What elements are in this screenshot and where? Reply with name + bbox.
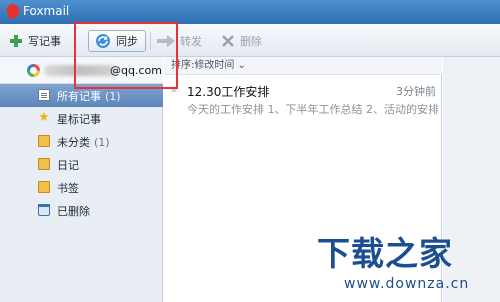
sidebar-item-label: 所有记事 xyxy=(57,90,101,103)
account-icon xyxy=(27,64,40,77)
write-note-button[interactable]: 写记事 xyxy=(9,30,61,52)
add-icon xyxy=(10,35,22,47)
note-time: 3分钟前 xyxy=(396,85,436,98)
sidebar-item-label: 星标记事 xyxy=(57,113,101,126)
forward-label: 转发 xyxy=(180,35,202,48)
sidebar-item-label: 已删除 xyxy=(57,205,90,218)
note-preview: 今天的工作安排 1、下半年工作总结 2、活动的安排 xyxy=(187,103,439,116)
sidebar-item-label: 书签 xyxy=(57,182,79,195)
sidebar-item-count: (1) xyxy=(105,90,121,103)
highlight-box xyxy=(74,22,178,89)
sidebar-item-count: (1) xyxy=(94,136,110,149)
trash-icon xyxy=(38,204,50,216)
delete-button[interactable]: 删除 xyxy=(221,30,262,52)
notes-icon xyxy=(38,89,50,101)
sidebar-item-uncategorized[interactable]: 未分类 (1) xyxy=(0,130,163,153)
watermark: 下载之家 www.downza.cn xyxy=(312,226,500,302)
sidebar-item-diary[interactable]: 日记 xyxy=(0,153,163,176)
foxmail-logo-icon xyxy=(5,2,21,20)
sidebar-item-bookmarks[interactable]: 书签 xyxy=(0,176,163,199)
watermark-title: 下载之家 xyxy=(317,234,453,273)
sidebar-item-label: 日记 xyxy=(57,159,79,172)
folder-icon xyxy=(38,158,50,170)
sidebar: @qq.com 所有记事 (1) ★ 星标记事 未分类 (1) 日记 书签 已删除 xyxy=(0,57,163,302)
sidebar-item-deleted[interactable]: 已删除 xyxy=(0,199,163,222)
delete-icon xyxy=(222,35,234,47)
folder-icon xyxy=(38,135,50,147)
watermark-url: www.downza.cn xyxy=(344,276,470,292)
list-item[interactable]: ★ 12.30工作安排 3分钟前 今天的工作安排 1、下半年工作总结 2、活动的… xyxy=(164,79,442,121)
folder-icon xyxy=(38,181,50,193)
window-title: Foxmail xyxy=(23,4,70,18)
sidebar-item-starred[interactable]: ★ 星标记事 xyxy=(0,107,163,130)
note-title: 12.30工作安排 xyxy=(187,85,270,99)
sidebar-item-label: 未分类 xyxy=(57,136,90,149)
delete-label: 删除 xyxy=(240,35,262,48)
title-bar: Foxmail xyxy=(0,0,500,24)
write-note-label: 写记事 xyxy=(28,35,61,48)
sort-dropdown[interactable]: 排序:修改时间 ⌄ xyxy=(164,57,442,75)
star-icon: ★ xyxy=(38,110,50,125)
